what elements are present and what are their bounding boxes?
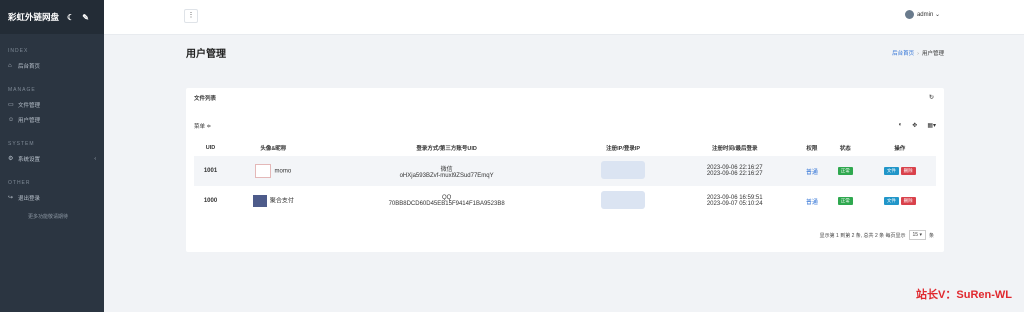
sidebar-item-logout[interactable]: ↪ 退出登录 (0, 190, 104, 205)
chevron-left-icon: ‹ (94, 155, 96, 162)
cell-ip (574, 186, 673, 216)
card-title: 文件列表 (194, 96, 217, 102)
topbar: ⋮ admin ⌄ (104, 0, 1024, 35)
card-header: 文件列表 ↻ (186, 88, 944, 108)
cell-avatar: momo (227, 156, 320, 186)
table-row: 1000 聚合支付 QQ 70BB8DCD60D45EB15F9414F1BA95… (194, 186, 936, 216)
breadcrumb-home[interactable]: 后台首页 (892, 51, 914, 57)
login-type: 微信 (440, 166, 453, 173)
table-tools: ◐ ✥ ▦▾ (889, 122, 936, 129)
blurred-ip (601, 191, 646, 209)
status-badge: 正常 (837, 167, 853, 175)
cell-avatar: 聚合支付 (227, 186, 320, 216)
columns-icon[interactable]: ▦▾ (927, 122, 936, 129)
users-icon: ☺ (8, 116, 15, 123)
last-login: 2023-09-07 05:10:24 (706, 201, 763, 207)
moon-icon[interactable]: ☾ (67, 13, 74, 22)
sidebar-item-users[interactable]: ☺ 用户管理 (0, 112, 104, 127)
pagination-text: 显示第 1 到第 2 条, 总共 2 条 每页显示 (819, 232, 906, 239)
col-avatar[interactable]: 头像&昵称 (227, 140, 320, 156)
delete-button[interactable]: 删除 (900, 167, 916, 175)
cell-actions: 文件 删除 (864, 186, 937, 216)
cell-time: 2023-09-06 16:59:51 2023-09-07 05:10:24 (673, 186, 797, 216)
avatar (904, 10, 914, 19)
table-header-row: UID 头像&昵称 登录方式/第三方账号UID 注册IP/登录IP 注册时间/最… (194, 140, 936, 156)
section-title-index: INDEX (8, 48, 29, 54)
sidebar-item-files[interactable]: ▭ 文件管理 (0, 97, 104, 112)
col-ip[interactable]: 注册IP/登录IP (574, 140, 673, 156)
brand-title: 彩虹外链网盘 (8, 12, 60, 22)
home-icon: ⌂ (8, 62, 12, 69)
toggle-icon[interactable]: ◐ (899, 122, 903, 129)
col-login[interactable]: 登录方式/第三方账号UID (320, 140, 574, 156)
user-menu[interactable]: admin ⌄ (904, 10, 940, 19)
sidebar-item-settings[interactable]: ⚙ 系统设置 ‹ (0, 151, 104, 166)
account-id: oHXja593BZvf-muxl9ZSud77EmqY (399, 172, 494, 179)
cell-time: 2023-09-06 22:16:27 2023-09-06 22:16:27 (672, 156, 797, 186)
cell-uid: 1000 (203, 198, 218, 204)
cell-status: 正常 (826, 156, 864, 186)
page-title: 用户管理 (186, 49, 226, 60)
col-uid[interactable]: UID (194, 140, 227, 156)
gear-icon: ⚙ (8, 156, 14, 162)
blurred-ip (601, 161, 646, 179)
section-title-system: SYSTEM (8, 141, 35, 147)
sort-icon: ≑ (206, 124, 212, 130)
cell-perm: 普通 (797, 186, 827, 216)
cell-actions: 文件 删除 (863, 156, 936, 186)
chevron-down-icon: ⌄ (933, 12, 940, 18)
cell-ip (573, 156, 673, 186)
refresh-icon[interactable]: ↻ (929, 94, 934, 101)
cell-status: 正常 (827, 186, 864, 216)
cell-login: 微信 oHXja593BZvf-muxl9ZSud77EmqY (319, 156, 574, 186)
logout-icon: ↪ (8, 195, 14, 201)
perm-link[interactable]: 普通 (806, 170, 818, 176)
account-id: 70BB8DCD60D45EB15F9414F1BA9523B8 (388, 201, 505, 207)
status-badge: 正常 (837, 197, 853, 205)
watermark: 站长V：SuRen-WL (916, 289, 1012, 301)
sidebar-item-home[interactable]: ⌂ 后台首页 (0, 58, 104, 73)
cell-login: QQ 70BB8DCD60D45EB15F9414F1BA9523B8 (320, 186, 574, 216)
pagination-unit: 条 (928, 232, 934, 239)
col-time[interactable]: 注册时间/最后登录 (673, 140, 797, 156)
page-header: 用户管理 后台首页 › 用户管理 (104, 35, 1024, 75)
cell-nickname: momo (274, 168, 292, 175)
folder-icon: ▭ (8, 102, 14, 108)
more-note: 更多功能敬请期待 (28, 214, 69, 220)
section-title-other: OTHER (8, 180, 31, 186)
pagination: 显示第 1 到第 2 条, 总共 2 条 每页显示 15 ▾ 条 (820, 230, 934, 240)
table-row: 1001 momo 微信 oHXja593BZvf-muxl9ZSud77EmqY… (194, 156, 936, 186)
user-avatar-image (255, 164, 272, 178)
col-status[interactable]: 状态 (827, 140, 864, 156)
delete-button[interactable]: 删除 (900, 197, 916, 205)
file-button[interactable]: 文件 (883, 197, 899, 205)
cell-uid: 1001 (194, 156, 228, 186)
file-list-card: 文件列表 ↻ 菜单 ≑ ◐ ✥ ▦▾ UID 头像&昵称 登录方式/第三方账号U… (186, 88, 944, 252)
menu-select[interactable]: 菜单 ≑ (194, 122, 211, 130)
page-size-select[interactable]: 15 ▾ (908, 230, 926, 240)
col-actions[interactable]: 操作 (864, 140, 937, 156)
move-icon[interactable]: ✥ (912, 122, 917, 129)
cell-nickname: 聚合支付 (269, 198, 294, 205)
perm-link[interactable]: 普通 (806, 200, 818, 206)
breadcrumb-current: 用户管理 (921, 51, 944, 57)
user-avatar-image (252, 195, 267, 207)
menu-toggle-button[interactable]: ⋮ (184, 9, 198, 23)
section-title-manage: MANAGE (8, 87, 36, 93)
brand: 彩虹外链网盘 ☾ ✎ (0, 0, 104, 34)
sidebar: 彩虹外链网盘 ☾ ✎ INDEX ⌂ 后台首页 MANAGE ▭ 文件管理 ☺ 用户管… (0, 0, 104, 312)
breadcrumb-separator: › (917, 51, 919, 57)
pen-icon[interactable]: ✎ (82, 13, 89, 22)
file-button[interactable]: 文件 (883, 167, 899, 175)
last-login: 2023-09-06 22:16:27 (706, 171, 763, 177)
cell-perm: 普通 (796, 156, 827, 186)
col-perm[interactable]: 权限 (797, 140, 827, 156)
breadcrumb: 后台首页 › 用户管理 (892, 49, 944, 57)
user-table: UID 头像&昵称 登录方式/第三方账号UID 注册IP/登录IP 注册时间/最… (194, 140, 936, 216)
username: admin (916, 11, 934, 18)
